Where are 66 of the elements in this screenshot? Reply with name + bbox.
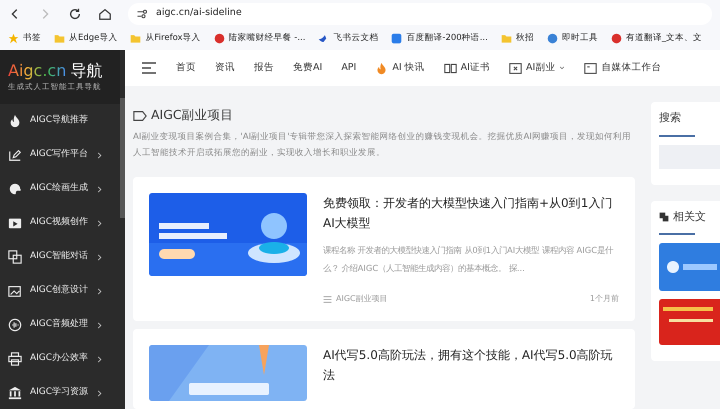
bookmark[interactable]: 秋招 bbox=[500, 32, 534, 45]
scrollbar[interactable] bbox=[120, 98, 125, 218]
sidebar-item[interactable]: AIGC音频处理 bbox=[0, 308, 120, 342]
printer-icon bbox=[8, 352, 22, 366]
bookmark[interactable]: 飞书云文档 bbox=[318, 32, 378, 45]
site-icon bbox=[610, 33, 622, 44]
reload-icon[interactable] bbox=[68, 6, 82, 20]
nav-link[interactable]: 自媒体工作台 bbox=[584, 61, 662, 76]
folder-icon bbox=[130, 33, 142, 44]
bookmark[interactable]: 即时工具 bbox=[546, 32, 598, 45]
nav-link[interactable]: 首页 bbox=[176, 61, 196, 76]
url-text: aigc.cn/ai-sideline bbox=[156, 6, 242, 20]
tag-icon bbox=[133, 108, 147, 123]
post-time: 1个月前 bbox=[590, 293, 619, 305]
address-bar[interactable]: aigc.cn/ai-sideline bbox=[128, 2, 712, 24]
nav-link[interactable]: AI 快讯 bbox=[375, 61, 425, 76]
widget-title: 相关文 bbox=[673, 208, 706, 225]
nav-link[interactable]: 免费AI bbox=[293, 61, 322, 76]
bookmark[interactable]: 书签 bbox=[8, 32, 41, 45]
post-title[interactable]: 免费领取：开发者的大模型快速入门指南+从0到1入门AI大模型 bbox=[323, 193, 619, 233]
sidebar-item[interactable]: AIGC学习资源 bbox=[0, 376, 120, 409]
list-icon bbox=[323, 294, 332, 304]
nav-link[interactable]: AI证书 bbox=[444, 61, 490, 76]
flame-icon bbox=[8, 114, 22, 128]
image-icon bbox=[8, 284, 22, 298]
window-icon bbox=[584, 62, 598, 75]
flame-icon bbox=[375, 62, 388, 75]
video-icon bbox=[8, 216, 22, 230]
post-title[interactable]: AI代写5.0高阶玩法，拥有这个技能，AI代写5.0高阶玩法 bbox=[323, 345, 619, 385]
menu-icon[interactable] bbox=[141, 60, 157, 76]
copy-icon bbox=[659, 212, 669, 222]
sidebar-item[interactable]: AIGC智能对话 bbox=[0, 240, 120, 274]
screen-icon bbox=[508, 62, 522, 75]
site-icon bbox=[546, 33, 558, 44]
sidebar-item[interactable]: AIGC办公效率 bbox=[0, 342, 120, 376]
edit-icon bbox=[8, 148, 22, 162]
sidebar-item[interactable]: AIGC创意设计 bbox=[0, 274, 120, 308]
nav-link[interactable]: API bbox=[341, 61, 356, 76]
star-icon bbox=[8, 33, 19, 44]
bookmark[interactable]: 陆家嘴财经早餐 -... bbox=[214, 32, 306, 45]
nav-link[interactable]: AI副业 bbox=[508, 61, 566, 76]
book-icon bbox=[444, 62, 457, 75]
bookmark[interactable]: 从Edge导入 bbox=[54, 32, 118, 45]
sidebar-item[interactable]: AIGC视频创作 bbox=[0, 206, 120, 240]
nav-link[interactable]: 报告 bbox=[254, 61, 274, 76]
site-info-icon bbox=[136, 8, 148, 20]
sidebar-item[interactable]: AIGC绘画生成 bbox=[0, 172, 120, 206]
chat-icon bbox=[8, 250, 22, 264]
page-title: AIGC副业项目 bbox=[151, 106, 234, 124]
site-icon bbox=[391, 33, 402, 44]
nav-link[interactable]: 资讯 bbox=[215, 61, 235, 76]
post-excerpt: 课程名称 开发者的大模型快速入门指南 从0到1入门AI大模型 课程内容 AIGC是什么？ 介绍AIGC（人工智能生成内容）的基本概念。 探... bbox=[323, 244, 614, 275]
sidebar-item[interactable]: AIGC导航推荐 bbox=[0, 104, 120, 138]
bank-icon bbox=[8, 386, 22, 400]
bookmark[interactable]: 从Firefox导入 bbox=[130, 32, 201, 45]
bookmark[interactable]: 百度翻译-200种语... bbox=[391, 32, 488, 45]
widget-title: 搜索 bbox=[659, 110, 681, 126]
page-description: AI副业变现项目案例合集，'AI副业项目'专辑带您深入探索智能网络创业的赚钱变现机会。挖掘优质AI网赚项目，发现如何利用人工智能技术开启或拓展您的副业，实现收入增长和职业发展。 bbox=[133, 130, 632, 160]
audio-icon bbox=[8, 318, 22, 332]
palette-icon bbox=[8, 182, 22, 196]
home-icon[interactable] bbox=[98, 6, 112, 20]
folder-icon bbox=[54, 33, 65, 44]
site-icon bbox=[214, 33, 225, 44]
sidebar-item[interactable]: AIGC写作平台 bbox=[0, 138, 120, 172]
bookmark[interactable]: 有道翻译_文本、文 bbox=[610, 32, 702, 45]
folder-icon bbox=[500, 33, 512, 44]
